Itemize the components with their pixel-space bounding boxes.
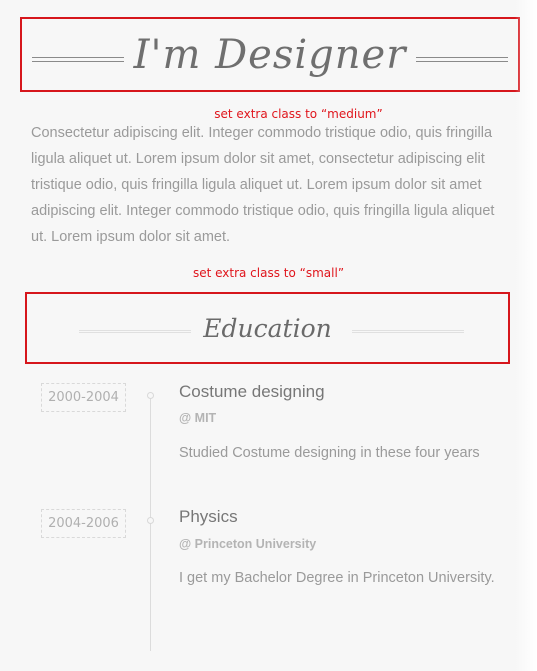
heading-right-rule (416, 57, 508, 62)
timeline-entry-title: Costume designing (179, 382, 325, 401)
timeline-date-badge: 2004-2006 (41, 509, 126, 538)
intro-paragraph: Consectetur adipiscing elit. Integer com… (31, 125, 495, 245)
timeline-dot (147, 392, 154, 399)
heading-small-annotation-box: Education (25, 292, 510, 364)
right-edge-shadow (515, 0, 537, 671)
annotation-medium-note: set extra class to “medium” (214, 107, 383, 121)
annotation-small-note: set extra class to “small” (192, 266, 345, 280)
timeline-entry-description: I get my Bachelor Degree in Princeton Un… (179, 570, 495, 586)
timeline-date-badge: 2000-2004 (41, 383, 126, 412)
section-right-rule (352, 330, 464, 333)
heading-medium-annotation-box: I'm Designer (20, 17, 520, 92)
section-title-education: Education (203, 314, 332, 343)
timeline-entry-institution: @ Princeton University (179, 537, 317, 551)
timeline-dot (147, 517, 154, 524)
timeline-entry-title: Physics (179, 507, 238, 526)
timeline-entry-description: Studied Costume designing in these four … (179, 445, 480, 461)
page-title: I'm Designer (133, 32, 407, 78)
timeline-entry-institution: @ MIT (179, 411, 217, 425)
